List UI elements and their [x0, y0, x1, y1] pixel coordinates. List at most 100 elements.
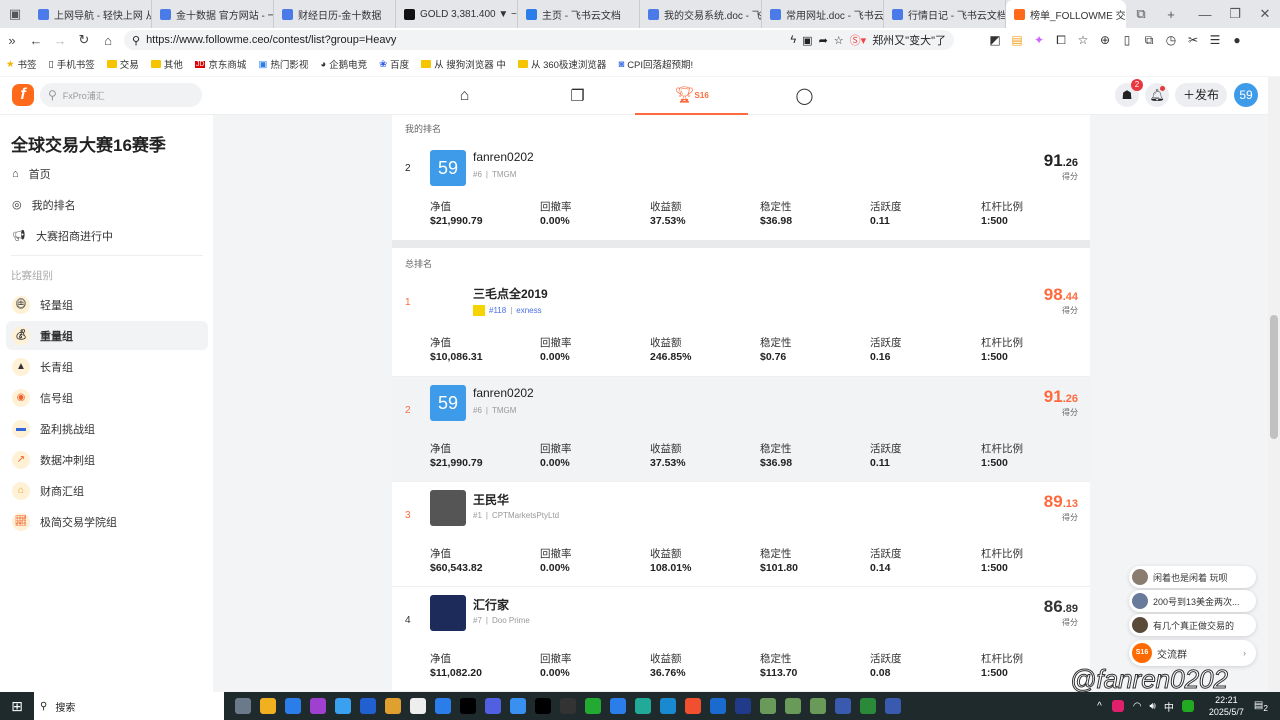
trader-avatar[interactable]: 59 [430, 385, 466, 421]
taskbar-app-icon[interactable] [284, 698, 301, 714]
browser-tab[interactable]: 常用网址.doc - 飞书云文 [762, 0, 884, 28]
taskbar-app-icon[interactable] [684, 698, 701, 714]
sidebar-item-sponsorship[interactable]: 📢︎ 大赛招商进行中 [6, 221, 208, 250]
address-bar[interactable]: ⚲ https://www.followme.ceo/contest/list?… [124, 30, 954, 50]
taskbar-app-icon[interactable] [384, 698, 401, 714]
chat-preview[interactable]: 有几个真正做交易的 [1129, 614, 1256, 636]
reader-icon[interactable]: ▣ [802, 34, 812, 47]
taskbar-app-icon[interactable] [784, 698, 801, 714]
nav-chat[interactable]: ◯ [748, 77, 861, 115]
taskbar-app-icon[interactable] [884, 698, 901, 714]
bookmark-item[interactable]: 交易 [106, 57, 139, 71]
trader-name[interactable]: 三毛点全2019 [473, 285, 548, 302]
site-search-input[interactable]: ⚲ FxPro浦汇 [40, 83, 202, 107]
favorites-icon[interactable]: ☆ [1072, 33, 1094, 47]
forward-button[interactable]: → [48, 33, 72, 48]
windows-start-icon[interactable]: ⊞ [0, 698, 34, 715]
chat-group-button[interactable]: S16 交流群 › [1129, 640, 1256, 666]
taskbar-app-icon[interactable] [409, 698, 426, 714]
menu-icon[interactable]: ☰ [1204, 33, 1226, 47]
minimize-button[interactable]: — [1190, 7, 1220, 22]
notes-icon[interactable]: ▤ [1006, 33, 1028, 47]
sidebar-item-home[interactable]: ⌂ 首页 [6, 159, 208, 188]
tab-search-icon[interactable]: ⧉ [1126, 6, 1156, 22]
taskbar-app-icon[interactable] [509, 698, 526, 714]
ranking-row[interactable]: 4 汇行家 #7 | Doo Prime 86.89 得分 净值 $11,082.20 回… [392, 587, 1090, 692]
taskbar-search[interactable]: ⚲ 搜索 [34, 692, 224, 720]
browser-tab[interactable]: 行情日记 - 飞书云文档 [884, 0, 1006, 28]
taskbar-app-icon[interactable] [634, 698, 651, 714]
clock[interactable]: 22:21 2025/5/7 [1209, 694, 1244, 718]
trader-name[interactable]: fanren0202 [473, 150, 534, 164]
extensions-icon[interactable]: ⧠ [1050, 33, 1072, 48]
browser-tab-active[interactable]: 榜单_FOLLOWME 交易× [1006, 0, 1126, 28]
taskbar-app-icon[interactable] [359, 698, 376, 714]
taskbar-app-icon[interactable] [334, 698, 351, 714]
taskbar-app-icon[interactable] [259, 698, 276, 714]
bookmark-item[interactable]: ★ 书签 [6, 57, 37, 72]
taskbar-app-icon[interactable] [759, 698, 776, 714]
taskbar-app-icon[interactable] [809, 698, 826, 714]
ranking-row[interactable]: 3 王民华 #1 | CPTMarketsPtyLtd 89.13 得分 净值 $60,… [392, 482, 1090, 587]
bookmark-item[interactable]: 从 360极速浏览器 [517, 57, 606, 71]
taskbar-app-icon[interactable] [659, 698, 676, 714]
taskbar-app-icon[interactable] [434, 698, 451, 714]
trader-name[interactable]: fanren0202 [473, 386, 534, 400]
taskbar-app-icon[interactable] [309, 698, 326, 714]
taskbar-app-icon[interactable] [584, 698, 601, 714]
taskbar-app-icon[interactable] [709, 698, 726, 714]
taskbar-app-icon[interactable] [459, 698, 476, 714]
taskbar-app-icon[interactable] [484, 698, 501, 714]
taskbar-app-icon[interactable] [734, 698, 751, 714]
lightning-icon[interactable]: ϟ [790, 34, 796, 46]
browser-tab[interactable]: 上网导航 - 轻快上网 从这里 [30, 0, 152, 28]
nav-home[interactable]: ⌂ [408, 77, 521, 115]
trader-avatar[interactable] [430, 285, 466, 321]
taskbar-app-icon[interactable] [234, 698, 251, 714]
taskbar-app-icon[interactable] [859, 698, 876, 714]
ranking-row[interactable]: 2 59 fanren0202 #6 | TMGM 91.26 得分 净值 $21,99… [392, 377, 1090, 482]
bookmark-item[interactable]: 其他 [150, 57, 183, 71]
sidebar-group-profit-challenge[interactable]: ▬ 盈利挑战组 [6, 414, 208, 443]
notifications-button[interactable]: 🔔︎ [1145, 83, 1169, 107]
trader-name[interactable]: 王民华 [473, 491, 509, 508]
close-window-button[interactable]: ✕ [1250, 6, 1280, 22]
browser-tab[interactable]: 主页 - 飞书云文档 [518, 0, 640, 28]
reload-button[interactable]: ↻ [72, 32, 96, 48]
nav-feed[interactable]: ❐ [521, 77, 634, 115]
taskbar-app-icon[interactable] [534, 698, 551, 714]
bookmark-item[interactable]: ❀ 百度 [379, 57, 409, 72]
bookmark-item[interactable]: ◙ CPI回落超预期! [618, 57, 693, 72]
browser-tab[interactable]: GOLD 3,381.400 ▼ −1. [396, 0, 518, 28]
ranking-row[interactable]: 1 三毛点全2019 #118 | exness 98.44 得分 净值 $10,086… [392, 281, 1090, 377]
phone-icon[interactable]: ▯ [1116, 33, 1138, 47]
sidebar-group-academy[interactable]: 📈︎ 极简交易学院组 [6, 507, 208, 536]
restore-button[interactable]: ❐ [1220, 6, 1250, 22]
chat-preview[interactable]: 闲着也是闲着 玩呗 [1129, 566, 1256, 588]
download-icon[interactable]: ⊕ [1094, 33, 1116, 47]
ime-indicator[interactable]: 中 [1164, 699, 1174, 714]
taskbar-app-icon[interactable] [559, 698, 576, 714]
browser-tab[interactable]: 财经日历-金十数据 [274, 0, 396, 28]
user-avatar[interactable]: 59 [1234, 83, 1258, 107]
extension-icon[interactable]: ◩ [984, 33, 1006, 47]
messages-button[interactable]: ☗ 2 [1115, 79, 1143, 107]
nav-contest[interactable]: 🏆︎ S16 [635, 77, 748, 115]
profile-icon[interactable]: ● [1226, 33, 1248, 47]
bookmark-star-icon[interactable]: ☆ [834, 34, 844, 47]
followme-logo[interactable]: f [12, 84, 34, 106]
new-tab-button[interactable]: + [1156, 7, 1186, 22]
chat-preview[interactable]: 200号到13美金两次... [1129, 590, 1256, 612]
taskbar-app-icon[interactable] [834, 698, 851, 714]
trader-avatar[interactable]: 59 [430, 150, 466, 186]
browser-tab[interactable]: 金十数据 官方网站 - 一个 [152, 0, 274, 28]
history-icon[interactable]: ◷ [1160, 33, 1182, 47]
sidebar-group-evergreen[interactable]: ▲ 长青组 [6, 352, 208, 381]
tab-actions-icon[interactable]: ▣ [0, 6, 30, 22]
sidebar-group-signal[interactable]: ◉ 信号组 [6, 383, 208, 412]
ai-sparkle-icon[interactable]: ✦ [1028, 33, 1050, 47]
expand-icon[interactable]: » [0, 33, 24, 48]
scissors-icon[interactable]: ✂ [1182, 33, 1204, 47]
sidebar-group-data-sprint[interactable]: ↗ 数据冲刺组 [6, 445, 208, 474]
bookmark-item[interactable]: ▣ 热门影视 [258, 57, 308, 72]
